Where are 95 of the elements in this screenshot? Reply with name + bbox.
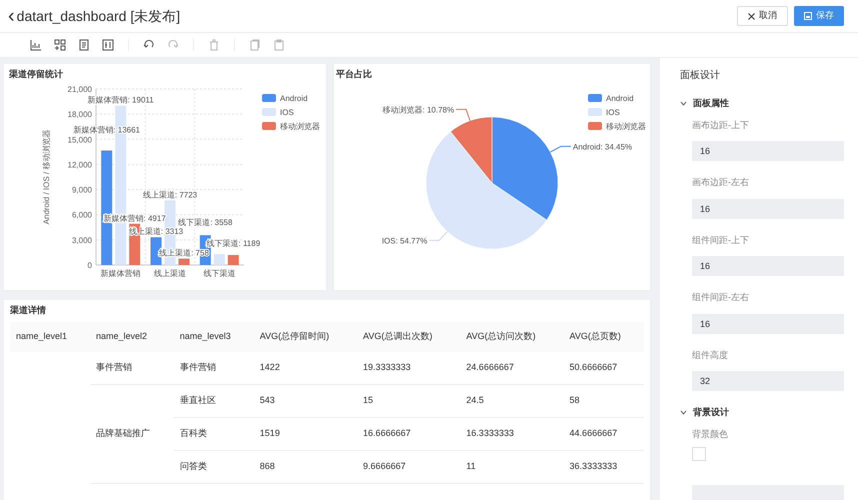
field-label: 组件高度 — [692, 348, 729, 362]
field-label: 背景颜色 — [692, 428, 729, 440]
bar — [214, 254, 225, 265]
table-cell: 1422 — [260, 362, 280, 372]
leader-line — [456, 108, 471, 122]
table-cell: 50.6666667 — [570, 362, 618, 372]
data-label: 线下渠道: 3558 — [178, 218, 232, 228]
table-cell: 16.6666667 — [363, 428, 411, 438]
chevron-icon[interactable] — [680, 409, 687, 416]
table-cell: 事件营销 — [180, 362, 216, 372]
table-cell: 11 — [466, 461, 476, 472]
table-cell: 24.6666667 — [466, 362, 514, 372]
axis-tick-label: 线下渠道 — [203, 269, 236, 278]
legend-label: IOS — [280, 108, 294, 117]
dashboard-title: datart_dashboard [未发布] — [16, 6, 180, 26]
table-cell: 15 — [363, 395, 374, 406]
input-field[interactable]: 16 — [692, 141, 844, 161]
axis-tick-label: 15,000 — [68, 135, 92, 144]
table-cell: 58 — [570, 395, 580, 406]
column-header: AVG(总访问次数) — [460, 322, 564, 352]
chart-title: 渠道停留统计 — [9, 68, 63, 81]
save-icon — [804, 12, 812, 20]
field-label: 画布边距-上下 — [692, 118, 750, 132]
table-cell: 垂直社区 — [180, 395, 216, 406]
table-cell: 9.6666667 — [363, 461, 406, 472]
grid-icon[interactable] — [54, 39, 66, 51]
input-field[interactable]: 16 — [692, 198, 844, 218]
legend-swatch — [588, 108, 602, 116]
legend-label: 移动浏览器 — [280, 122, 320, 131]
bar-chart-icon[interactable] — [30, 39, 42, 51]
data-label: 移动浏览器: 10.78% — [382, 105, 454, 114]
color-swatch[interactable] — [692, 447, 706, 461]
bar — [228, 255, 239, 265]
table-cell: 百科类 — [180, 428, 207, 438]
table-cell: 44.6666667 — [570, 428, 618, 438]
legend-swatch — [262, 122, 276, 130]
field-label: 画布边距-左右 — [692, 176, 750, 189]
table-cell: 36.3333333 — [570, 461, 618, 472]
legend-label: IOS — [606, 108, 620, 117]
legend-swatch — [588, 94, 602, 102]
cancel-button[interactable]: 取消 — [737, 6, 788, 26]
table-cell: 1519 — [260, 428, 280, 438]
legend-swatch — [588, 122, 602, 130]
field-label: 组件间距-上下 — [692, 234, 750, 246]
table-cell: 问答类 — [180, 461, 207, 472]
axis-tick-label: 21,000 — [68, 85, 92, 94]
section-title[interactable]: 面板属性 — [693, 97, 729, 110]
legend-label: 移动浏览器 — [606, 122, 646, 131]
sidebar-title: 面板设计 — [680, 68, 721, 83]
axis-title: Android / IOS / 移动浏览器 — [42, 130, 51, 224]
legend-label: Android — [606, 94, 634, 103]
axis-tick-label: 3,000 — [72, 236, 92, 245]
data-label: 线上渠道: 7723 — [142, 190, 198, 200]
document-icon[interactable] — [78, 39, 90, 51]
chart-title: 平台占比 — [336, 68, 372, 81]
legend-swatch — [262, 108, 276, 116]
column-header: name_level3 — [174, 322, 254, 352]
column-header: name_level1 — [10, 322, 90, 352]
legend-swatch — [262, 94, 276, 102]
section-title[interactable]: 背景设计 — [693, 406, 729, 420]
back-icon[interactable]: ‹ — [8, 6, 15, 26]
input-field[interactable]: 32 — [692, 371, 844, 391]
data-label: 新媒体营销: 19011 — [88, 96, 154, 105]
axis-tick-label: 9,000 — [72, 186, 92, 195]
table-cell: 868 — [260, 461, 275, 472]
legend-label: Android — [280, 94, 308, 103]
table-cell: 543 — [260, 395, 275, 406]
table-cell: 事件营销 — [96, 362, 132, 372]
axis-tick-label: 0 — [88, 261, 92, 270]
table-cell: 品牌基础推广 — [96, 428, 150, 438]
column-header: AVG(总调出次数) — [357, 322, 460, 352]
data-label: Android: 34.45% — [572, 142, 632, 152]
axis-tick-label: 6,000 — [72, 210, 92, 220]
axis-tick-label: 线上渠道 — [154, 269, 186, 278]
data-label: 新媒体营销: 13661 — [73, 126, 140, 134]
axis-tick-label: 18,000 — [68, 110, 92, 120]
table-cell: 16.3333333 — [466, 428, 514, 438]
data-label: IOS: 54.77% — [382, 236, 428, 246]
panel-icon[interactable] — [102, 39, 114, 51]
chevron-icon[interactable] — [680, 100, 687, 108]
input-field[interactable]: 16 — [692, 256, 844, 276]
table-cell: 24.5 — [466, 395, 484, 406]
table-cell: 19.3333333 — [363, 362, 411, 372]
column-header: AVG(总停留时间) — [254, 322, 358, 352]
axis-tick-label: 12,000 — [68, 160, 92, 170]
leader-line — [428, 231, 448, 241]
column-header: name_level2 — [90, 322, 174, 352]
bar — [178, 258, 190, 265]
close-icon — [748, 12, 755, 20]
table-title: 渠道详情 — [10, 304, 47, 317]
leader-line — [550, 146, 572, 153]
column-header: AVG(总页数) — [564, 322, 644, 352]
axis-tick-label: 新媒体营销 — [100, 269, 141, 278]
field-label: 组件间距-左右 — [692, 291, 750, 304]
input-field[interactable]: 16 — [692, 314, 844, 334]
